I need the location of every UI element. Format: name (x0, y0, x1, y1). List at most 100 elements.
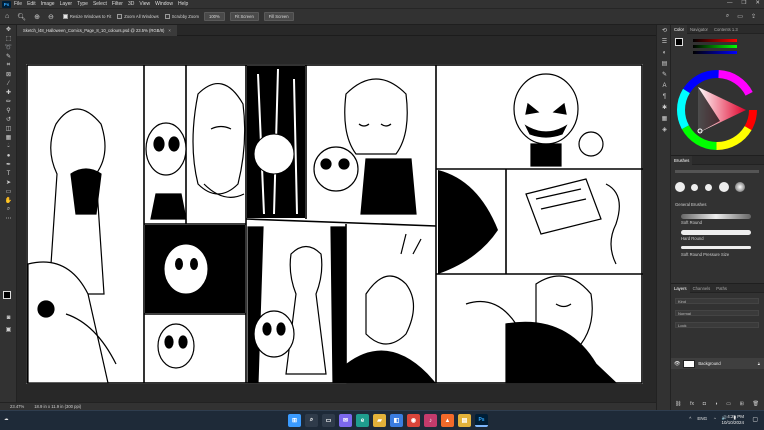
edge-icon[interactable]: e (356, 414, 369, 427)
fill-screen-button[interactable]: Fill Screen (263, 12, 294, 21)
menu-type[interactable]: Type (77, 1, 88, 7)
windows-start-icon[interactable]: ⊞ (288, 414, 301, 427)
file-explorer-icon[interactable]: ▰ (373, 414, 386, 427)
type-tool-icon[interactable]: T (0, 169, 17, 178)
brush-preset-2[interactable] (691, 184, 698, 191)
screen-mode-icon[interactable]: ▣ (0, 325, 17, 334)
new-layer-icon[interactable]: ⊞ (740, 401, 744, 407)
menu-3d[interactable]: 3D (128, 1, 134, 7)
eraser-tool-icon[interactable]: ◫ (0, 124, 17, 133)
link-layers-icon[interactable]: ⛓ (675, 401, 681, 407)
store-icon[interactable]: ◧ (390, 414, 403, 427)
frame-tool-icon[interactable]: ⊠ (0, 70, 17, 79)
crop-tool-icon[interactable]: ⌗ (0, 61, 17, 70)
layer-mask-icon[interactable]: ◘ (703, 401, 706, 407)
stamp-tool-icon[interactable]: ⚲ (0, 106, 17, 115)
zoom-icon[interactable]: 🔍︎ (17, 13, 26, 21)
weather-widget[interactable]: ☁ (4, 416, 9, 422)
color-wheel[interactable] (676, 69, 758, 151)
tab-navigator[interactable]: Navigator (687, 27, 711, 32)
layer-lock-controls[interactable]: Lock (675, 322, 759, 328)
group-icon[interactable]: ▭ (726, 401, 731, 407)
tab-channels[interactable]: Channels (690, 286, 714, 291)
menu-window[interactable]: Window (155, 1, 173, 7)
delete-layer-icon[interactable]: 🗑︎ (753, 401, 759, 407)
close-tab-icon[interactable]: × (168, 28, 170, 33)
clock[interactable]: 4:25 PM 10/10/2024 (721, 414, 744, 426)
zoom-all-windows-checkbox[interactable]: Zoom All Windows (117, 14, 159, 19)
menu-image[interactable]: Image (41, 1, 55, 7)
tab-brushes[interactable]: Brushes (671, 155, 693, 165)
adjustments-icon[interactable]: ◐ (657, 47, 672, 58)
brush-preset-1[interactable] (675, 182, 685, 192)
brush-hard-round[interactable]: Hard Round (675, 230, 757, 243)
green-slider[interactable] (693, 45, 737, 48)
layer-filter-kind[interactable]: Kind (675, 298, 759, 304)
layer-row-background[interactable]: 👁︎ Background 🔒︎ (671, 358, 764, 369)
zoom-tool-icon[interactable]: ⌕ (0, 205, 17, 214)
color-swatches[interactable] (3, 291, 15, 303)
task-view-icon[interactable]: ▭ (322, 414, 335, 427)
tab-color[interactable]: Color (671, 24, 688, 34)
notification-icon[interactable]: ▢ (752, 416, 758, 423)
brush-settings-icon[interactable]: ✎ (657, 69, 672, 80)
canvas-area[interactable] (17, 36, 656, 402)
gradient-tool-icon[interactable]: ▦ (0, 133, 17, 142)
zoom-out-icon[interactable]: ⊖ (48, 13, 54, 21)
home-icon[interactable]: ⌂ (5, 13, 9, 20)
marquee-tool-icon[interactable]: ⬚ (0, 34, 17, 43)
comic-page-artwork[interactable] (26, 64, 643, 384)
quick-mask-icon[interactable]: ◙ (0, 313, 17, 322)
blur-tool-icon[interactable]: 💧︎ (0, 142, 17, 151)
quick-select-tool-icon[interactable]: ✎ (0, 52, 17, 61)
language-indicator[interactable]: ENG (697, 416, 707, 421)
history-brush-icon[interactable]: ↺ (0, 115, 17, 124)
move-tool-icon[interactable]: ✥ (0, 25, 17, 34)
pen-tool-icon[interactable]: ✒ (0, 160, 17, 169)
menu-help[interactable]: Help (178, 1, 188, 7)
paragraph-icon[interactable]: ¶ (657, 91, 672, 102)
music-icon[interactable]: ♪ (424, 414, 437, 427)
tray-overflow-icon[interactable]: ^ (689, 416, 691, 421)
brush-preset-3[interactable] (705, 184, 712, 191)
brave-icon[interactable]: ▲ (441, 414, 454, 427)
close-button[interactable]: ✕ (755, 0, 760, 6)
dodge-tool-icon[interactable]: ● (0, 151, 17, 160)
panel-foreground-swatch[interactable] (675, 38, 683, 46)
resize-windows-checkbox[interactable]: Resize Windows to Fit (62, 14, 111, 19)
tab-contents[interactable]: Contents 1.3 (711, 27, 741, 32)
styles-icon[interactable]: ◈ (657, 124, 672, 135)
zoom-100-button[interactable]: 100% (203, 12, 225, 21)
photoshop-icon[interactable]: Ps (475, 414, 488, 427)
libraries-icon[interactable]: ▤ (657, 58, 672, 69)
zoom-in-icon[interactable]: ⊕ (34, 13, 40, 21)
layer-name[interactable]: Background (698, 361, 720, 366)
visibility-eye-icon[interactable]: 👁︎ (674, 361, 680, 367)
menu-file[interactable]: File (14, 1, 22, 7)
scrubby-zoom-checkbox[interactable]: Scrubby Zoom (164, 14, 199, 19)
red-slider[interactable] (693, 39, 737, 42)
brush-soft-round-pressure[interactable]: Soft Round Pressure Size (675, 246, 757, 259)
lasso-tool-icon[interactable]: ➰ (0, 43, 17, 52)
brush-group-label[interactable]: General Brushes (675, 202, 706, 207)
swatches-icon[interactable]: ▦ (657, 113, 672, 124)
fit-screen-button[interactable]: Fit Screen (229, 12, 259, 21)
document-tab[interactable]: Sketch_l48_Halloween_Comics_Page_8_10_co… (17, 25, 177, 36)
menu-edit[interactable]: Edit (27, 1, 36, 7)
character-icon[interactable]: A (657, 80, 672, 91)
path-select-tool-icon[interactable]: ➤ (0, 178, 17, 187)
blend-mode-select[interactable]: Normal (675, 310, 759, 316)
properties-icon[interactable]: ☰ (657, 36, 672, 47)
share-icon[interactable]: ⇪ (751, 13, 756, 20)
tab-paths[interactable]: Paths (713, 286, 730, 291)
menu-view[interactable]: View (139, 1, 150, 7)
photoshop-logo[interactable]: Ps (2, 0, 11, 8)
chrome-icon[interactable]: ◉ (407, 414, 420, 427)
history-icon[interactable]: ⟲ (657, 25, 672, 36)
search-icon[interactable]: ⌕ (726, 13, 729, 20)
files-icon[interactable]: ▤ (458, 414, 471, 427)
menu-select[interactable]: Select (93, 1, 107, 7)
brush-soft-round[interactable]: Soft Round (675, 214, 757, 227)
zoom-level[interactable]: 23.47% (10, 404, 24, 409)
shape-tool-icon[interactable]: ▭ (0, 187, 17, 196)
